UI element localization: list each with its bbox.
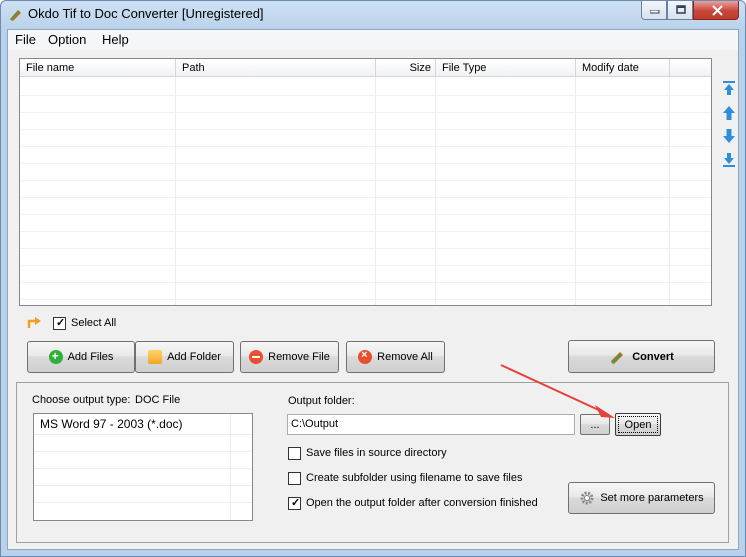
window-title: Okdo Tif to Doc Converter [Unregistered] — [28, 6, 264, 21]
output-type-value: DOC File — [135, 394, 181, 406]
output-type-option[interactable]: MS Word 97 - 2003 (*.doc) — [34, 414, 230, 434]
remove-all-button[interactable]: × Remove All — [346, 341, 445, 373]
app-logo-icon — [10, 10, 21, 21]
save-in-source-label: Save files in source directory — [306, 447, 447, 459]
menu-help[interactable]: Help — [102, 32, 129, 47]
close-icon — [712, 5, 723, 16]
folder-icon — [148, 350, 163, 364]
create-subfolder-checkbox[interactable] — [288, 472, 301, 485]
column-path[interactable]: Path — [176, 59, 376, 77]
column-filler — [670, 59, 711, 77]
column-modify-date[interactable]: Modify date — [576, 59, 670, 77]
plus-icon: + — [48, 349, 63, 364]
minimize-icon — [650, 10, 660, 14]
add-files-label: Add Files — [67, 351, 114, 363]
file-list[interactable]: File name Path Size File Type Modify dat… — [19, 58, 712, 306]
convert-label: Convert — [632, 350, 674, 363]
more-parameters-button[interactable]: Set more parameters — [568, 482, 715, 514]
open-output-folder-checkbox[interactable]: ✓ — [288, 497, 301, 510]
add-files-button[interactable]: + Add Files — [27, 341, 135, 373]
move-up-icon[interactable] — [722, 105, 736, 121]
column-size[interactable]: Size — [376, 59, 436, 77]
gear-icon — [580, 491, 594, 505]
minus-icon — [249, 350, 264, 364]
output-folder-label: Output folder: — [288, 395, 355, 407]
add-folder-button[interactable]: Add Folder — [135, 341, 234, 373]
select-all-label: Select All — [71, 317, 117, 329]
minimize-button[interactable] — [641, 1, 667, 20]
list-header: File name Path Size File Type Modify dat… — [20, 59, 711, 77]
parent-folder-icon[interactable] — [27, 315, 43, 329]
open-output-folder-label: Open the output folder after conversion … — [306, 497, 538, 509]
more-parameters-label: Set more parameters — [600, 492, 704, 504]
maximize-button[interactable] — [667, 1, 693, 20]
remove-all-icon: × — [358, 349, 373, 364]
column-file-name[interactable]: File name — [20, 59, 176, 77]
remove-all-label: Remove All — [377, 351, 433, 363]
remove-file-button[interactable]: Remove File — [240, 341, 339, 373]
menu-option[interactable]: Option — [48, 32, 86, 47]
move-down-icon[interactable] — [722, 128, 736, 144]
remove-file-label: Remove File — [268, 351, 330, 363]
checkmark-icon: ✓ — [291, 497, 301, 509]
checkmark-icon: ✓ — [56, 317, 66, 329]
move-bottom-icon[interactable] — [722, 152, 736, 168]
maximize-icon — [676, 5, 686, 14]
move-top-icon[interactable] — [722, 80, 736, 96]
output-type-list[interactable]: MS Word 97 - 2003 (*.doc) — [33, 413, 253, 521]
select-all-checkbox[interactable]: ✓ — [53, 317, 66, 330]
create-subfolder-label: Create subfolder using filename to save … — [306, 472, 523, 484]
close-button[interactable] — [693, 1, 739, 20]
add-folder-label: Add Folder — [167, 351, 221, 363]
column-file-type[interactable]: File Type — [436, 59, 576, 77]
menu-file[interactable]: File — [15, 32, 36, 47]
output-type-label: Choose output type: — [32, 394, 131, 406]
annotation-arrow-icon — [500, 364, 615, 418]
save-in-source-checkbox[interactable] — [288, 447, 301, 460]
